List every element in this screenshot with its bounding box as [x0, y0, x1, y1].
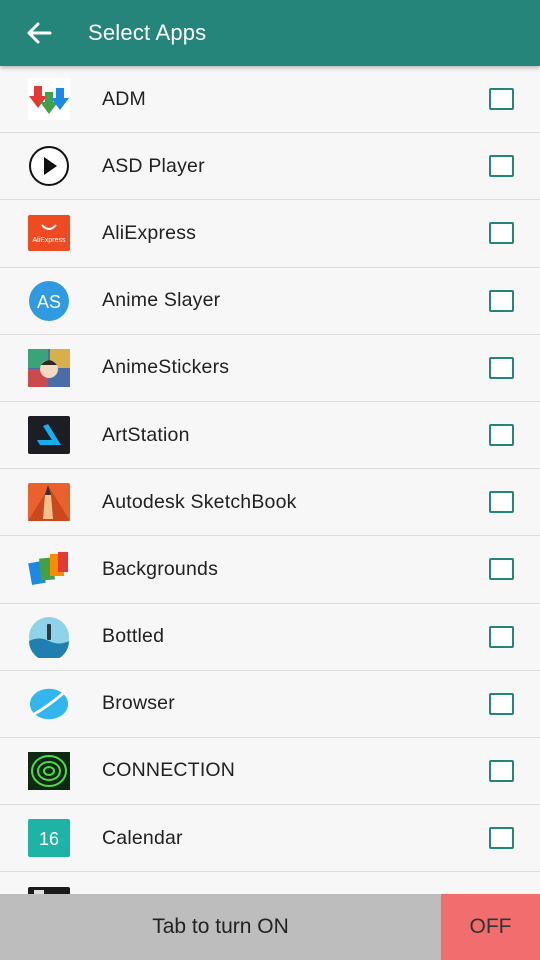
app-name: ASD Player	[102, 154, 205, 177]
app-name: Anime Slayer	[102, 289, 221, 312]
anime-stickers-icon	[28, 347, 70, 389]
app-name: AliExpress	[102, 221, 197, 244]
calendar-icon: 16	[28, 817, 70, 859]
list-item[interactable]: CONNECTION	[0, 738, 540, 806]
sketchbook-icon	[28, 481, 70, 523]
app-bar: Select Apps	[0, 0, 540, 66]
list-item[interactable]: ASD Player	[0, 133, 540, 201]
list-item-partial[interactable]	[0, 872, 540, 894]
app-name: ADM	[102, 87, 146, 110]
list-item[interactable]: AnimeStickers	[0, 335, 540, 402]
list-item[interactable]: 16 Calendar	[0, 805, 540, 873]
arrow-left-icon	[27, 22, 52, 44]
app-checkbox[interactable]	[489, 222, 514, 245]
app-checkbox[interactable]	[489, 88, 514, 111]
off-status-button[interactable]: OFF	[441, 894, 540, 960]
footer-bar: Tab to turn ON OFF	[0, 894, 540, 960]
adm-icon	[28, 78, 70, 121]
app-checkbox[interactable]	[489, 289, 514, 312]
anime-slayer-icon: AS	[28, 280, 70, 322]
artstation-icon	[28, 414, 70, 456]
list-item[interactable]: ADM	[0, 66, 540, 134]
app-name: Backgrounds	[102, 557, 219, 580]
app-name: Calendar	[102, 826, 183, 849]
connection-icon	[28, 750, 70, 792]
list-item[interactable]: Bottled	[0, 604, 540, 671]
app-list[interactable]: ADM ASD Player AliExpress AliExpress AS …	[0, 66, 540, 894]
app-name: AnimeStickers	[102, 356, 230, 379]
app-name: ArtStation	[102, 423, 190, 446]
back-button[interactable]	[0, 0, 78, 66]
svg-text:AS: AS	[37, 292, 61, 312]
list-item[interactable]: Browser	[0, 671, 540, 738]
play-circle-icon	[28, 145, 70, 187]
list-item[interactable]: ArtStation	[0, 402, 540, 470]
list-item[interactable]: Backgrounds	[0, 536, 540, 604]
list-item[interactable]: AliExpress AliExpress	[0, 200, 540, 268]
browser-icon	[28, 683, 70, 725]
app-checkbox[interactable]	[489, 155, 514, 178]
svg-text:AliExpress: AliExpress	[32, 237, 66, 244]
app-checkbox[interactable]	[489, 625, 514, 648]
app-checkbox[interactable]	[489, 424, 514, 447]
app-checkbox[interactable]	[489, 692, 514, 715]
partial-app-icon	[28, 876, 70, 894]
app-checkbox[interactable]	[489, 356, 514, 379]
app-checkbox[interactable]	[489, 558, 514, 581]
list-item[interactable]: Autodesk SketchBook	[0, 469, 540, 537]
list-item[interactable]: AS Anime Slayer	[0, 268, 540, 335]
app-name: CONNECTION	[102, 759, 236, 782]
app-name: Autodesk SketchBook	[102, 490, 297, 513]
page-title: Select Apps	[88, 20, 207, 45]
app-checkbox[interactable]	[489, 759, 514, 782]
turn-on-button[interactable]: Tab to turn ON	[0, 894, 441, 960]
aliexpress-icon: AliExpress	[28, 212, 70, 254]
app-name: Browser	[102, 692, 175, 715]
app-checkbox[interactable]	[489, 491, 514, 514]
app-checkbox[interactable]	[489, 827, 514, 850]
app-name: Bottled	[102, 625, 165, 648]
svg-text:16: 16	[39, 829, 59, 849]
backgrounds-icon	[28, 548, 70, 590]
bottled-icon	[28, 616, 70, 658]
